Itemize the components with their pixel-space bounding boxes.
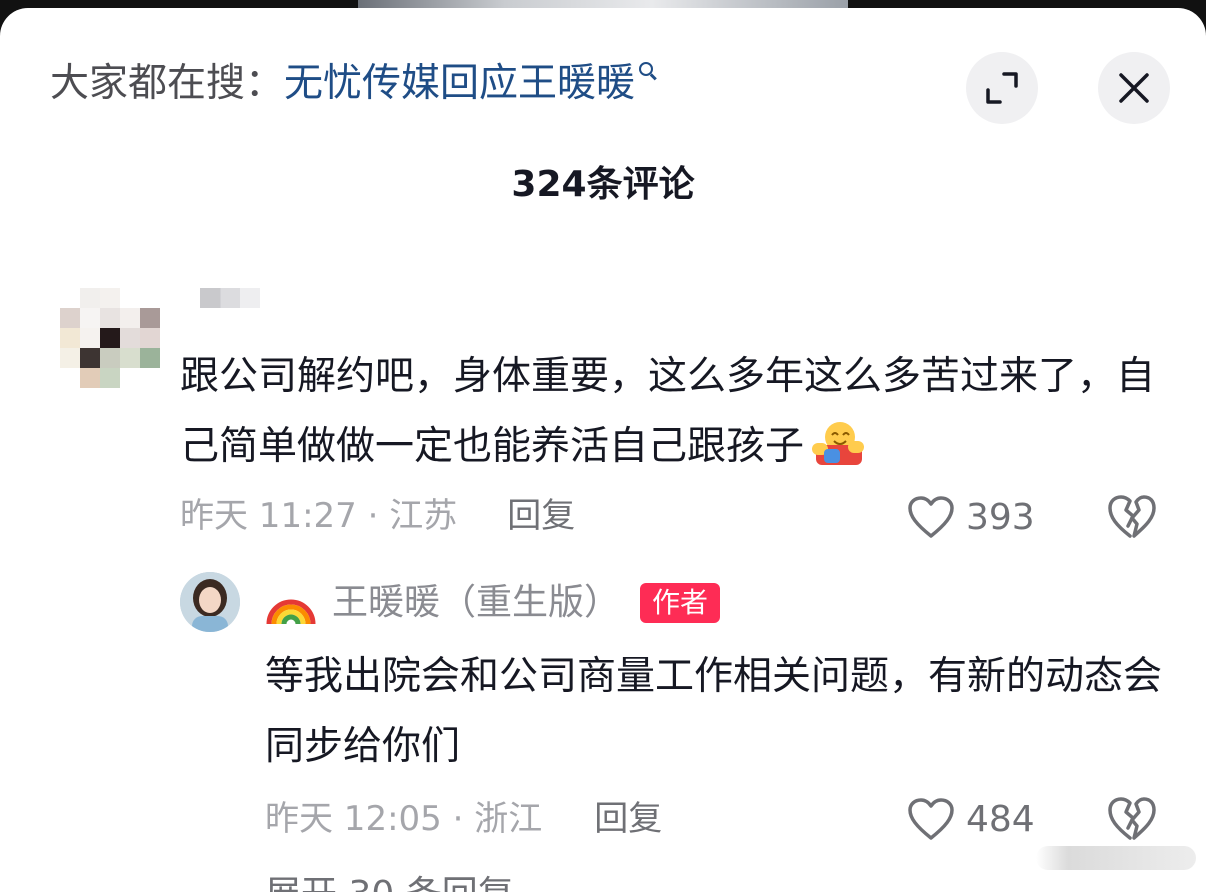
commenter-username-blurred[interactable] — [200, 288, 260, 308]
trending-search-bar[interactable]: 大家都在搜：无忧传媒回应王暖暖 — [50, 58, 657, 110]
expand-sheet-button[interactable] — [966, 52, 1038, 124]
reply-button[interactable]: 回复 — [507, 496, 575, 536]
reply-time-location: 昨天 12:05 · 浙江 — [265, 799, 543, 839]
comment-text: 跟公司解约吧，身体重要，这么多年这么多苦过来了，自己简单做做一定也能养活自己跟孩… — [180, 354, 1156, 469]
reply-text: 等我出院会和公司商量工作相关问题，有新的动态会同步给你们 — [265, 654, 1163, 769]
smiling-face-with-open-hands-emoji — [812, 422, 865, 465]
reply-meta: 昨天 12:05 · 浙江 回复 — [265, 797, 662, 841]
commenter-avatar[interactable] — [60, 288, 160, 388]
author-avatar[interactable] — [180, 572, 240, 632]
reply-like-count: 484 — [966, 798, 1035, 840]
trending-search-prefix: 大家都在搜： — [50, 61, 285, 106]
screenshot-frame: 大家都在搜：无忧传媒回应王暖暖 324条评论 跟公司解约吧，身体重要，这么多年这… — [0, 0, 1206, 892]
reply-like-button[interactable]: 484 — [906, 794, 1035, 844]
reply-to-reply-button[interactable]: 回复 — [594, 799, 662, 839]
comment-meta: 昨天 11:27 · 江苏 回复 — [180, 494, 575, 538]
author-avatar-image — [180, 572, 240, 632]
expand-replies-link[interactable]: 展开 30 条回复 — [265, 872, 514, 892]
comment-time-location: 昨天 11:27 · 江苏 — [180, 496, 458, 536]
like-button[interactable]: 393 — [906, 492, 1035, 542]
broken-heart-icon[interactable] — [1106, 794, 1158, 842]
author-name[interactable]: 王暖暖（重生版） — [332, 580, 620, 626]
comment-body: 跟公司解约吧，身体重要，这么多年这么多苦过来了，自己简单做做一定也能养活自己跟孩… — [180, 342, 1170, 482]
like-count: 393 — [966, 496, 1035, 538]
rainbow-icon — [266, 599, 316, 625]
trending-search-term[interactable]: 无忧传媒回应王暖暖 — [284, 61, 635, 106]
heart-icon — [908, 798, 954, 840]
close-button[interactable] — [1098, 52, 1170, 124]
expand-icon — [986, 72, 1018, 104]
watermark — [1036, 846, 1196, 870]
comment-count-title: 324条评论 — [511, 164, 695, 205]
author-badge: 作者 — [640, 583, 721, 623]
broken-heart-icon[interactable] — [1106, 492, 1158, 540]
search-icon[interactable] — [635, 58, 657, 88]
close-icon — [1119, 73, 1149, 103]
heart-icon — [908, 496, 954, 538]
